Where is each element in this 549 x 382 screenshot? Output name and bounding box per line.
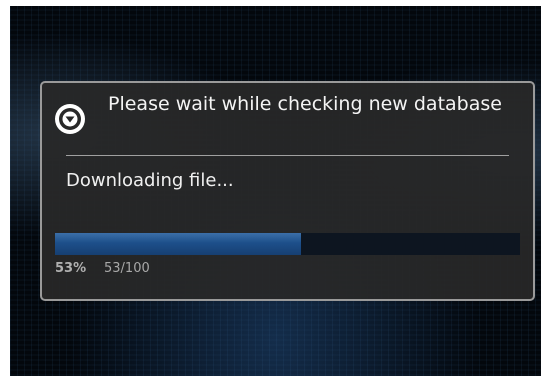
progress-bar	[55, 233, 520, 255]
dialog-message: Downloading file...	[66, 170, 234, 191]
info-arrow-icon	[55, 104, 85, 134]
progress-count: 53/100	[104, 261, 150, 276]
progress-bar-fill	[55, 233, 302, 255]
dialog-divider	[66, 155, 509, 156]
device-screen: Please wait while checking new database …	[10, 6, 541, 376]
progress-dialog: Please wait while checking new database …	[40, 81, 535, 301]
dialog-header: Please wait while checking new database	[42, 83, 533, 155]
progress-percent: 53%	[55, 261, 87, 276]
dialog-title: Please wait while checking new database	[108, 93, 502, 115]
